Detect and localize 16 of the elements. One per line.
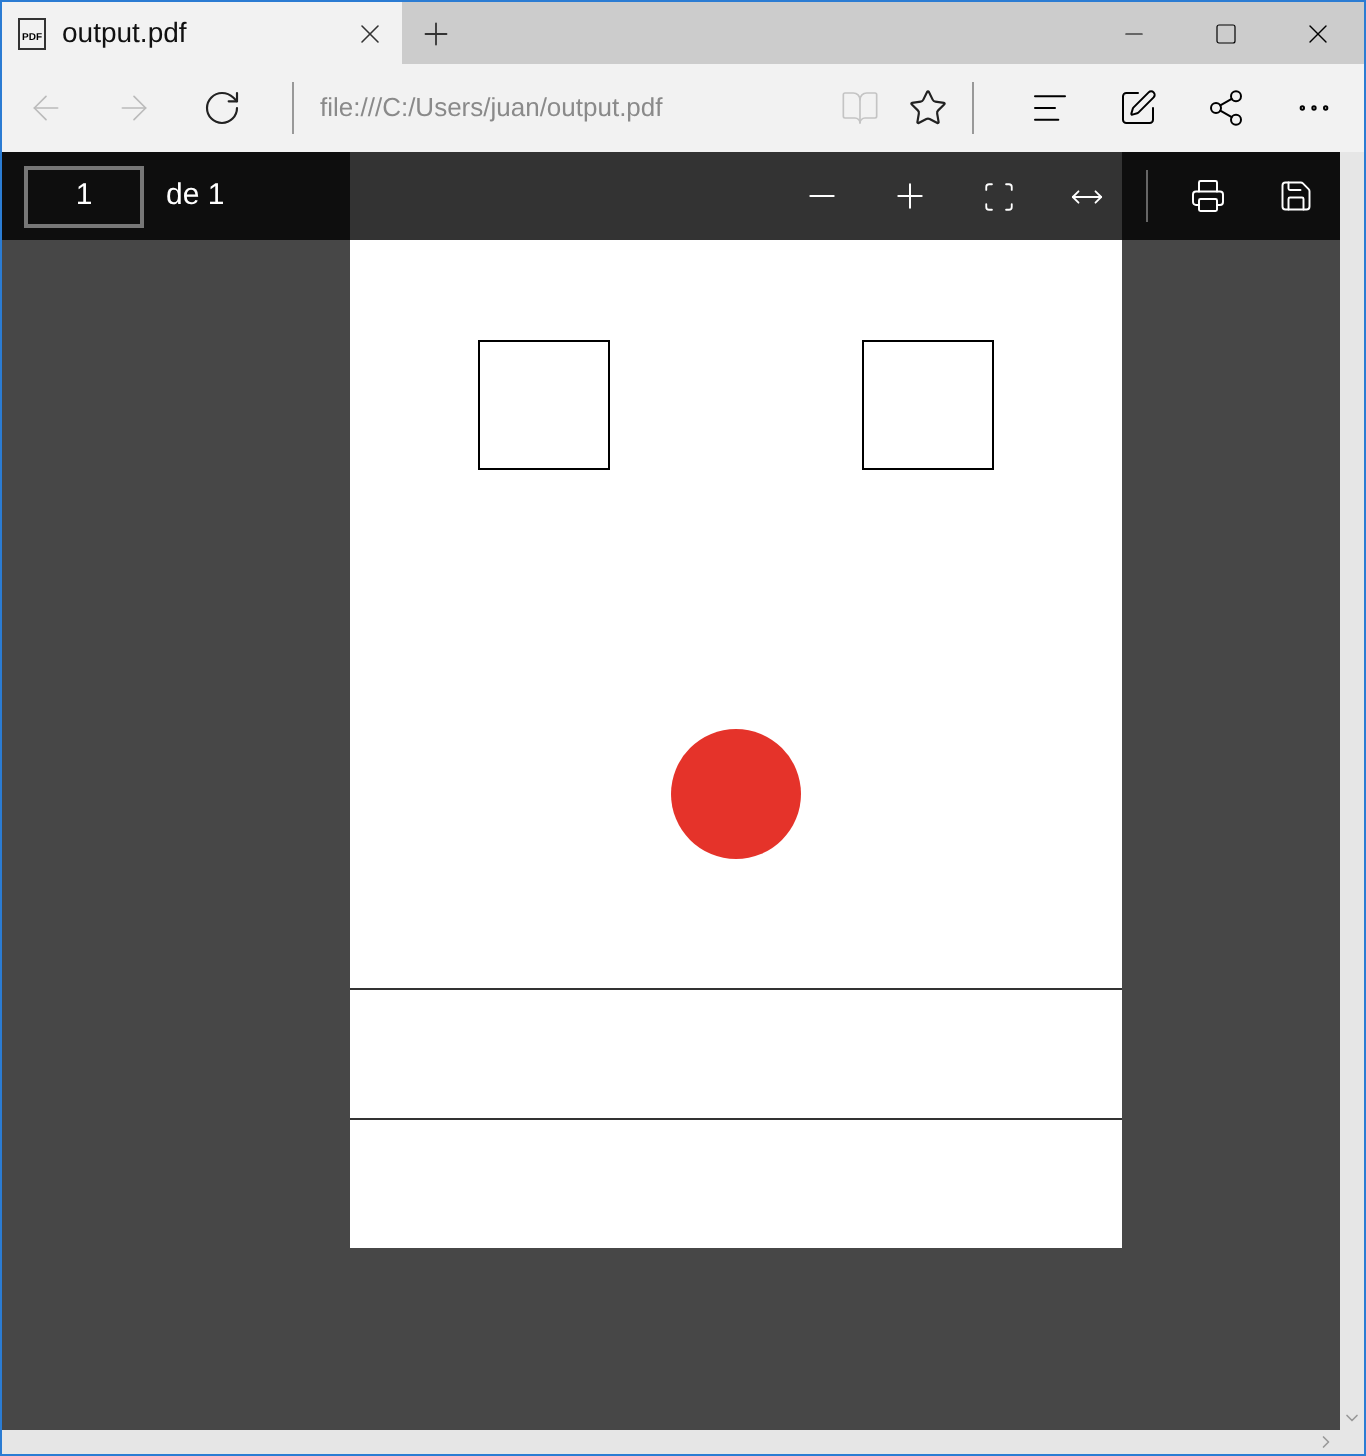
square-shape <box>862 340 994 470</box>
printer-icon[interactable] <box>1190 178 1226 214</box>
star-icon[interactable] <box>908 88 948 128</box>
square-shape <box>478 340 610 470</box>
page-count: de 1 <box>166 175 225 216</box>
maximize-icon[interactable] <box>1214 21 1238 45</box>
filled-circle <box>671 729 801 859</box>
fit-page-icon[interactable] <box>981 179 1015 213</box>
vertical-scrollbar[interactable] <box>1340 152 1364 1430</box>
share-icon[interactable] <box>1206 88 1246 128</box>
horizontal-scrollbar[interactable] <box>2 1430 1364 1454</box>
pen-icon[interactable] <box>1118 88 1158 128</box>
refresh-icon[interactable] <box>202 88 242 128</box>
tab-title: output.pdf <box>62 14 189 52</box>
save-icon[interactable] <box>1278 178 1314 214</box>
page-number-field[interactable]: 1 <box>24 165 144 227</box>
